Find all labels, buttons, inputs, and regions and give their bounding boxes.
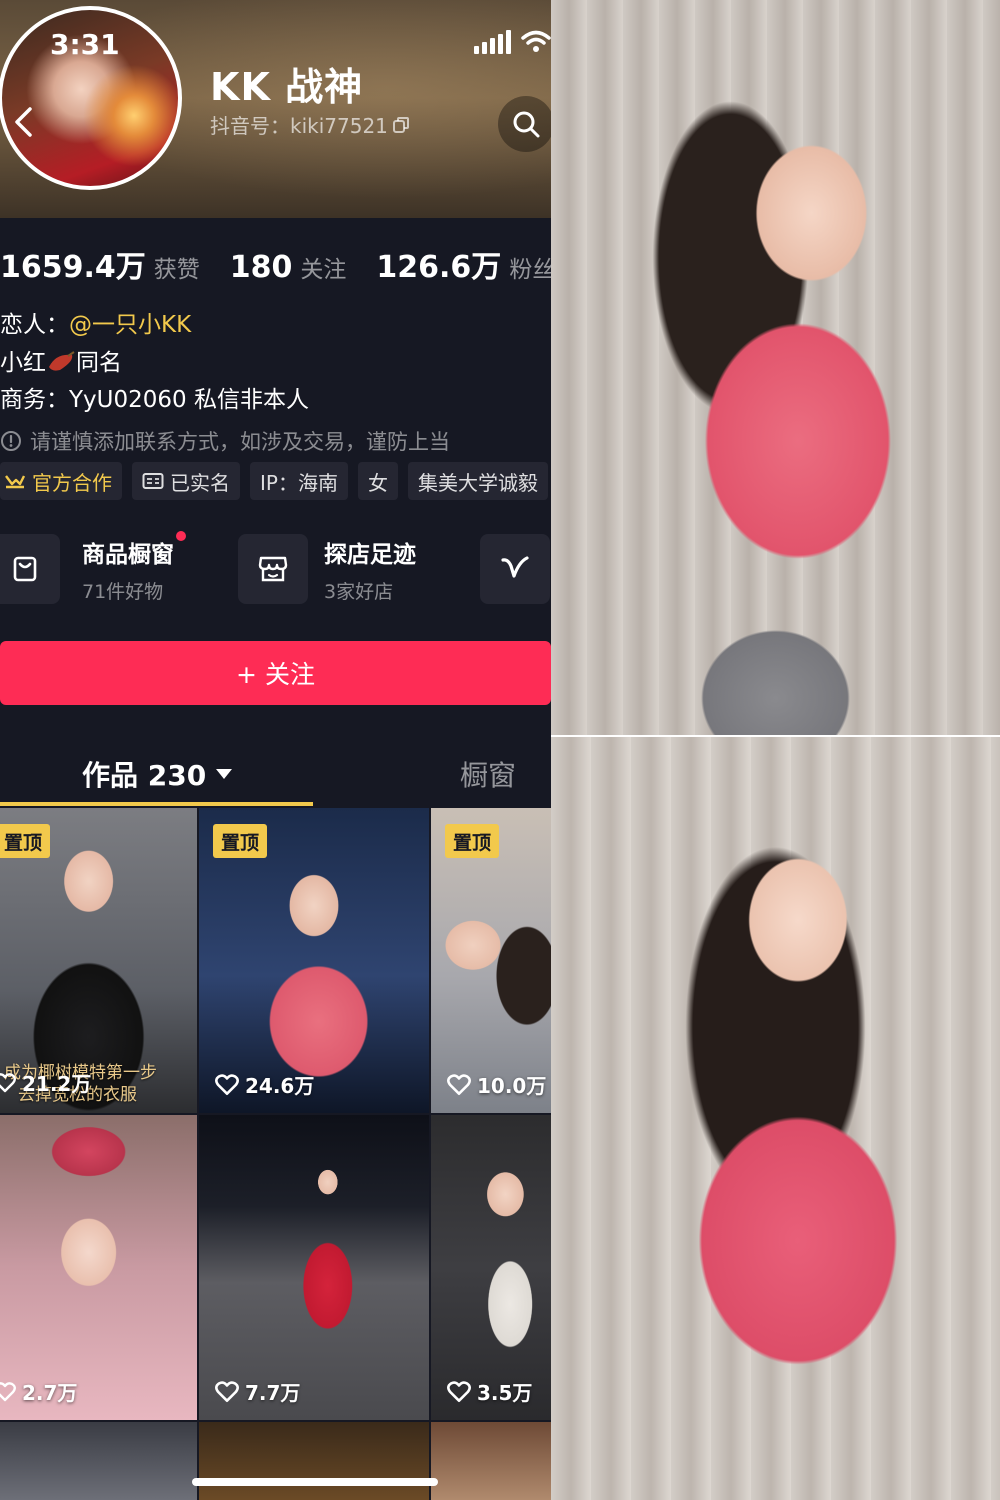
heart-icon [447, 1380, 471, 1402]
photo-top [551, 0, 1000, 735]
video-thumbnail[interactable]: 7.7万 [199, 1115, 429, 1420]
handshake-icon [5, 475, 26, 489]
like-count: 7.7万 [215, 1377, 300, 1406]
service-cards: 商品橱窗 71件好物 探店足迹 3家好店 [0, 530, 551, 606]
v-logo-icon-box [480, 534, 550, 604]
status-time: 3:31 [50, 28, 120, 61]
video-grid: 置顶 成为椰树模特第一步 去掉宽松的衣服 21.2万 置顶 24.6万 置顶 1… [0, 808, 551, 1500]
video-thumbnail[interactable]: 置顶 成为椰树模特第一步 去掉宽松的衣服 21.2万 [0, 808, 197, 1113]
card-store-visits-sub: 3家好店 [324, 580, 394, 603]
douyin-id-text: 抖音号：kiki77521 [210, 114, 388, 138]
wifi-icon [521, 30, 551, 52]
tag-verified[interactable]: 已实名 [132, 462, 240, 500]
heart-icon [215, 1073, 239, 1095]
card-shop-window-sub: 71件好物 [82, 580, 164, 603]
copy-icon[interactable] [392, 116, 410, 134]
card-shop-window-title: 商品橱窗 [82, 530, 186, 569]
video-thumbnail[interactable] [199, 1422, 429, 1500]
back-arrow-icon[interactable] [10, 106, 38, 138]
profile-nickname: KK 战神 [210, 65, 364, 109]
following-count[interactable]: 180 [230, 250, 293, 285]
tab-works[interactable]: 作品 230 [82, 754, 233, 794]
like-count: 24.6万 [215, 1070, 314, 1099]
bio-line-partner: 恋人：@一只小KK [0, 305, 191, 339]
profile-tabs: 作品 230 橱窗 [0, 740, 551, 806]
search-icon [513, 111, 540, 138]
safety-warning: 请谨慎添加联系方式，如涉及交易，谨防上当 [0, 426, 450, 456]
tag-label: 已实名 [170, 470, 230, 495]
douyin-id[interactable]: 抖音号：kiki77521 [210, 110, 410, 139]
profile-screen: 3:31 KK 战神 抖音号：kiki77521 1659.4万 获赞 180 … [0, 0, 551, 1500]
like-count: 2.7万 [0, 1377, 77, 1406]
photo-bottom [551, 737, 1000, 1500]
card-shop-window-text: 商品橱窗 71件好物 [82, 530, 186, 604]
safety-warning-text: 请谨慎添加联系方式，如涉及交易，谨防上当 [30, 430, 450, 454]
info-icon [1, 431, 21, 451]
store-icon [258, 556, 288, 582]
like-count: 10.0万 [447, 1070, 546, 1099]
id-card-icon [142, 473, 164, 489]
video-thumbnail[interactable]: 3.5万 [431, 1115, 551, 1420]
bio-partner-mention[interactable]: @一只小KK [69, 312, 191, 338]
bio-rednote-prefix: 小红 [0, 350, 46, 376]
video-thumbnail[interactable]: 2.7万 [0, 1115, 197, 1420]
bio-line-rednote: 小红 同名 [0, 343, 122, 377]
like-count: 3.5万 [447, 1377, 532, 1406]
pinned-badge: 置顶 [445, 824, 500, 858]
caret-down-icon [216, 769, 233, 779]
following-label[interactable]: 关注 [300, 250, 346, 284]
like-count: 21.2万 [0, 1068, 91, 1097]
signal-icon [474, 30, 511, 54]
card-store-visits[interactable]: 探店足迹 3家好店 [238, 532, 416, 606]
heart-icon [0, 1072, 16, 1092]
store-icon-box [238, 534, 308, 604]
bio-partner-prefix: 恋人： [0, 312, 69, 338]
bio-line-business: 商务：YyU02060 私信非本人 [0, 387, 309, 413]
profile-stats: 1659.4万 获赞 180 关注 126.6万 粉丝 [0, 242, 551, 286]
follow-button[interactable]: + 关注 [0, 641, 551, 705]
bio-rednote-suffix: 同名 [76, 350, 122, 376]
unread-dot [176, 530, 186, 541]
tag-label: 官方合作 [32, 470, 112, 495]
v-logo-icon [501, 556, 529, 578]
followers-count[interactable]: 126.6万 [376, 242, 501, 286]
heart-icon [0, 1381, 16, 1401]
tag-ip-location[interactable]: IP：海南 [250, 462, 348, 500]
likes-label: 获赞 [153, 257, 200, 283]
video-thumbnail[interactable]: 置顶 24.6万 [199, 808, 429, 1113]
tag-school[interactable]: 集美大学诚毅 [407, 462, 548, 500]
profile-tags: 官方合作 已实名 IP：海南 女 集美大学诚毅 [0, 462, 548, 500]
video-thumbnail[interactable] [431, 1422, 551, 1500]
video-thumbnail[interactable] [0, 1422, 197, 1500]
tab-showcase[interactable]: 橱窗 [460, 754, 516, 794]
followers-label[interactable]: 粉丝 [509, 250, 551, 284]
shopping-bag-icon [13, 556, 37, 582]
pinned-badge: 置顶 [0, 824, 51, 858]
likes-count: 1659.4万 [0, 250, 146, 285]
status-icons [474, 30, 551, 54]
card-shop-window[interactable]: 商品橱窗 71件好物 [0, 530, 186, 606]
sweet-potato-icon [49, 351, 75, 371]
tag-official-cooperation[interactable]: 官方合作 [0, 462, 122, 500]
card-store-visits-text: 探店足迹 3家好店 [324, 535, 416, 604]
pinned-badge: 置顶 [213, 824, 268, 858]
video-thumbnail[interactable]: 置顶 10.0万 [431, 808, 551, 1113]
card-more[interactable] [480, 532, 550, 606]
home-indicator [192, 1478, 438, 1486]
heart-icon [447, 1073, 471, 1095]
shopping-bag-icon-box [0, 534, 60, 604]
tab-works-label: 作品 230 [82, 759, 207, 792]
search-button[interactable] [498, 96, 551, 152]
heart-icon [215, 1380, 239, 1402]
card-store-visits-title: 探店足迹 [324, 541, 416, 568]
tag-gender[interactable]: 女 [357, 462, 398, 500]
tab-indicator [0, 802, 313, 806]
